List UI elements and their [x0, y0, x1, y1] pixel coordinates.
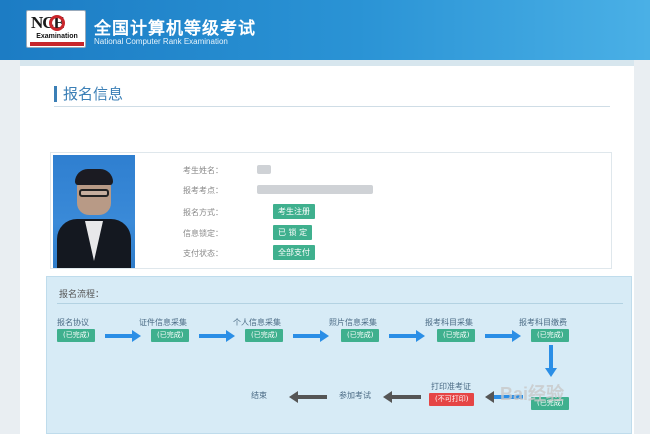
- panel-top-strip: [20, 60, 634, 66]
- tag-payment-status: 全部支付: [273, 245, 315, 260]
- step-print-admission[interactable]: 打印准考证: [431, 381, 471, 392]
- step-subject-select-status: (已完成): [437, 329, 476, 342]
- step-photo-info: 照片信息采集: [329, 318, 377, 327]
- baidu-watermark: Bai经验: [500, 384, 565, 404]
- field-label-exam-site: 报考考点：: [183, 186, 223, 195]
- photo-hair: [75, 169, 113, 185]
- step-print-admission-status: (不可打印): [429, 393, 475, 406]
- field-value-exam-site-blurred: [257, 185, 373, 194]
- section-title: 报名信息: [54, 86, 123, 102]
- process-divider: [57, 303, 623, 304]
- process-title: 报名流程：: [59, 290, 105, 300]
- photo-glasses: [79, 189, 109, 197]
- logo-bar: [30, 42, 84, 46]
- field-label-lock: 信息锁定：: [183, 229, 223, 238]
- step-id-info: 证件信息采集: [139, 318, 187, 327]
- logo-examination-text: Examination: [36, 33, 78, 40]
- flow-arrow-back-3: [289, 391, 327, 403]
- flow-arrow-1: [105, 330, 141, 342]
- flow-arrow-2: [199, 330, 235, 342]
- flow-arrow-back-2: [383, 391, 421, 403]
- flow-arrow-down: [545, 345, 557, 377]
- tag-info-locked: 已 锁 定: [273, 225, 313, 240]
- step-subject-select: 报考科目采集: [425, 318, 473, 327]
- step-id-info-status: (已完成): [151, 329, 190, 342]
- registration-process-panel: 报名流程： 报名协议 (已完成) 证件信息采集 (已完成) 个人信息采集 (已完…: [46, 276, 632, 434]
- field-label-name: 考生姓名：: [183, 166, 223, 175]
- step-agreement: 报名协议: [57, 318, 89, 327]
- site-subtitle: National Computer Rank Examination: [94, 37, 228, 46]
- candidate-photo: [53, 155, 135, 268]
- step-subject-payment: 报考科目缴费: [519, 318, 567, 327]
- step-take-exam: 参加考试: [339, 391, 371, 400]
- flow-arrow-5: [485, 330, 521, 342]
- main-panel: 报名信息 考生姓名： 报考考点： 报名方式： 考生注册 信息锁定： 已 锁 定 …: [20, 60, 634, 434]
- registration-info-card: 考生姓名： 报考考点： 报名方式： 考生注册 信息锁定： 已 锁 定 支付状态：…: [50, 152, 612, 269]
- step-end: 结束: [251, 391, 267, 400]
- step-subject-payment-status: (已完成): [531, 329, 570, 342]
- flow-arrow-4: [389, 330, 425, 342]
- field-label-payment: 支付状态：: [183, 249, 223, 258]
- logo-ring-icon: [49, 15, 65, 31]
- flow-arrow-3: [293, 330, 329, 342]
- step-photo-info-status: (已完成): [341, 329, 380, 342]
- title-divider: [54, 106, 610, 107]
- ncre-logo[interactable]: NCE Examination: [26, 10, 86, 48]
- step-personal-info: 个人信息采集: [233, 318, 281, 327]
- step-personal-info-status: (已完成): [245, 329, 284, 342]
- site-header: NCE Examination 全国计算机等级考试 National Compu…: [0, 0, 650, 60]
- field-value-name-blurred: [257, 165, 271, 174]
- tag-registration-method: 考生注册: [273, 204, 315, 219]
- step-agreement-status: (已完成): [57, 329, 96, 342]
- field-label-method: 报名方式：: [183, 208, 223, 217]
- site-title: 全国计算机等级考试: [94, 19, 256, 39]
